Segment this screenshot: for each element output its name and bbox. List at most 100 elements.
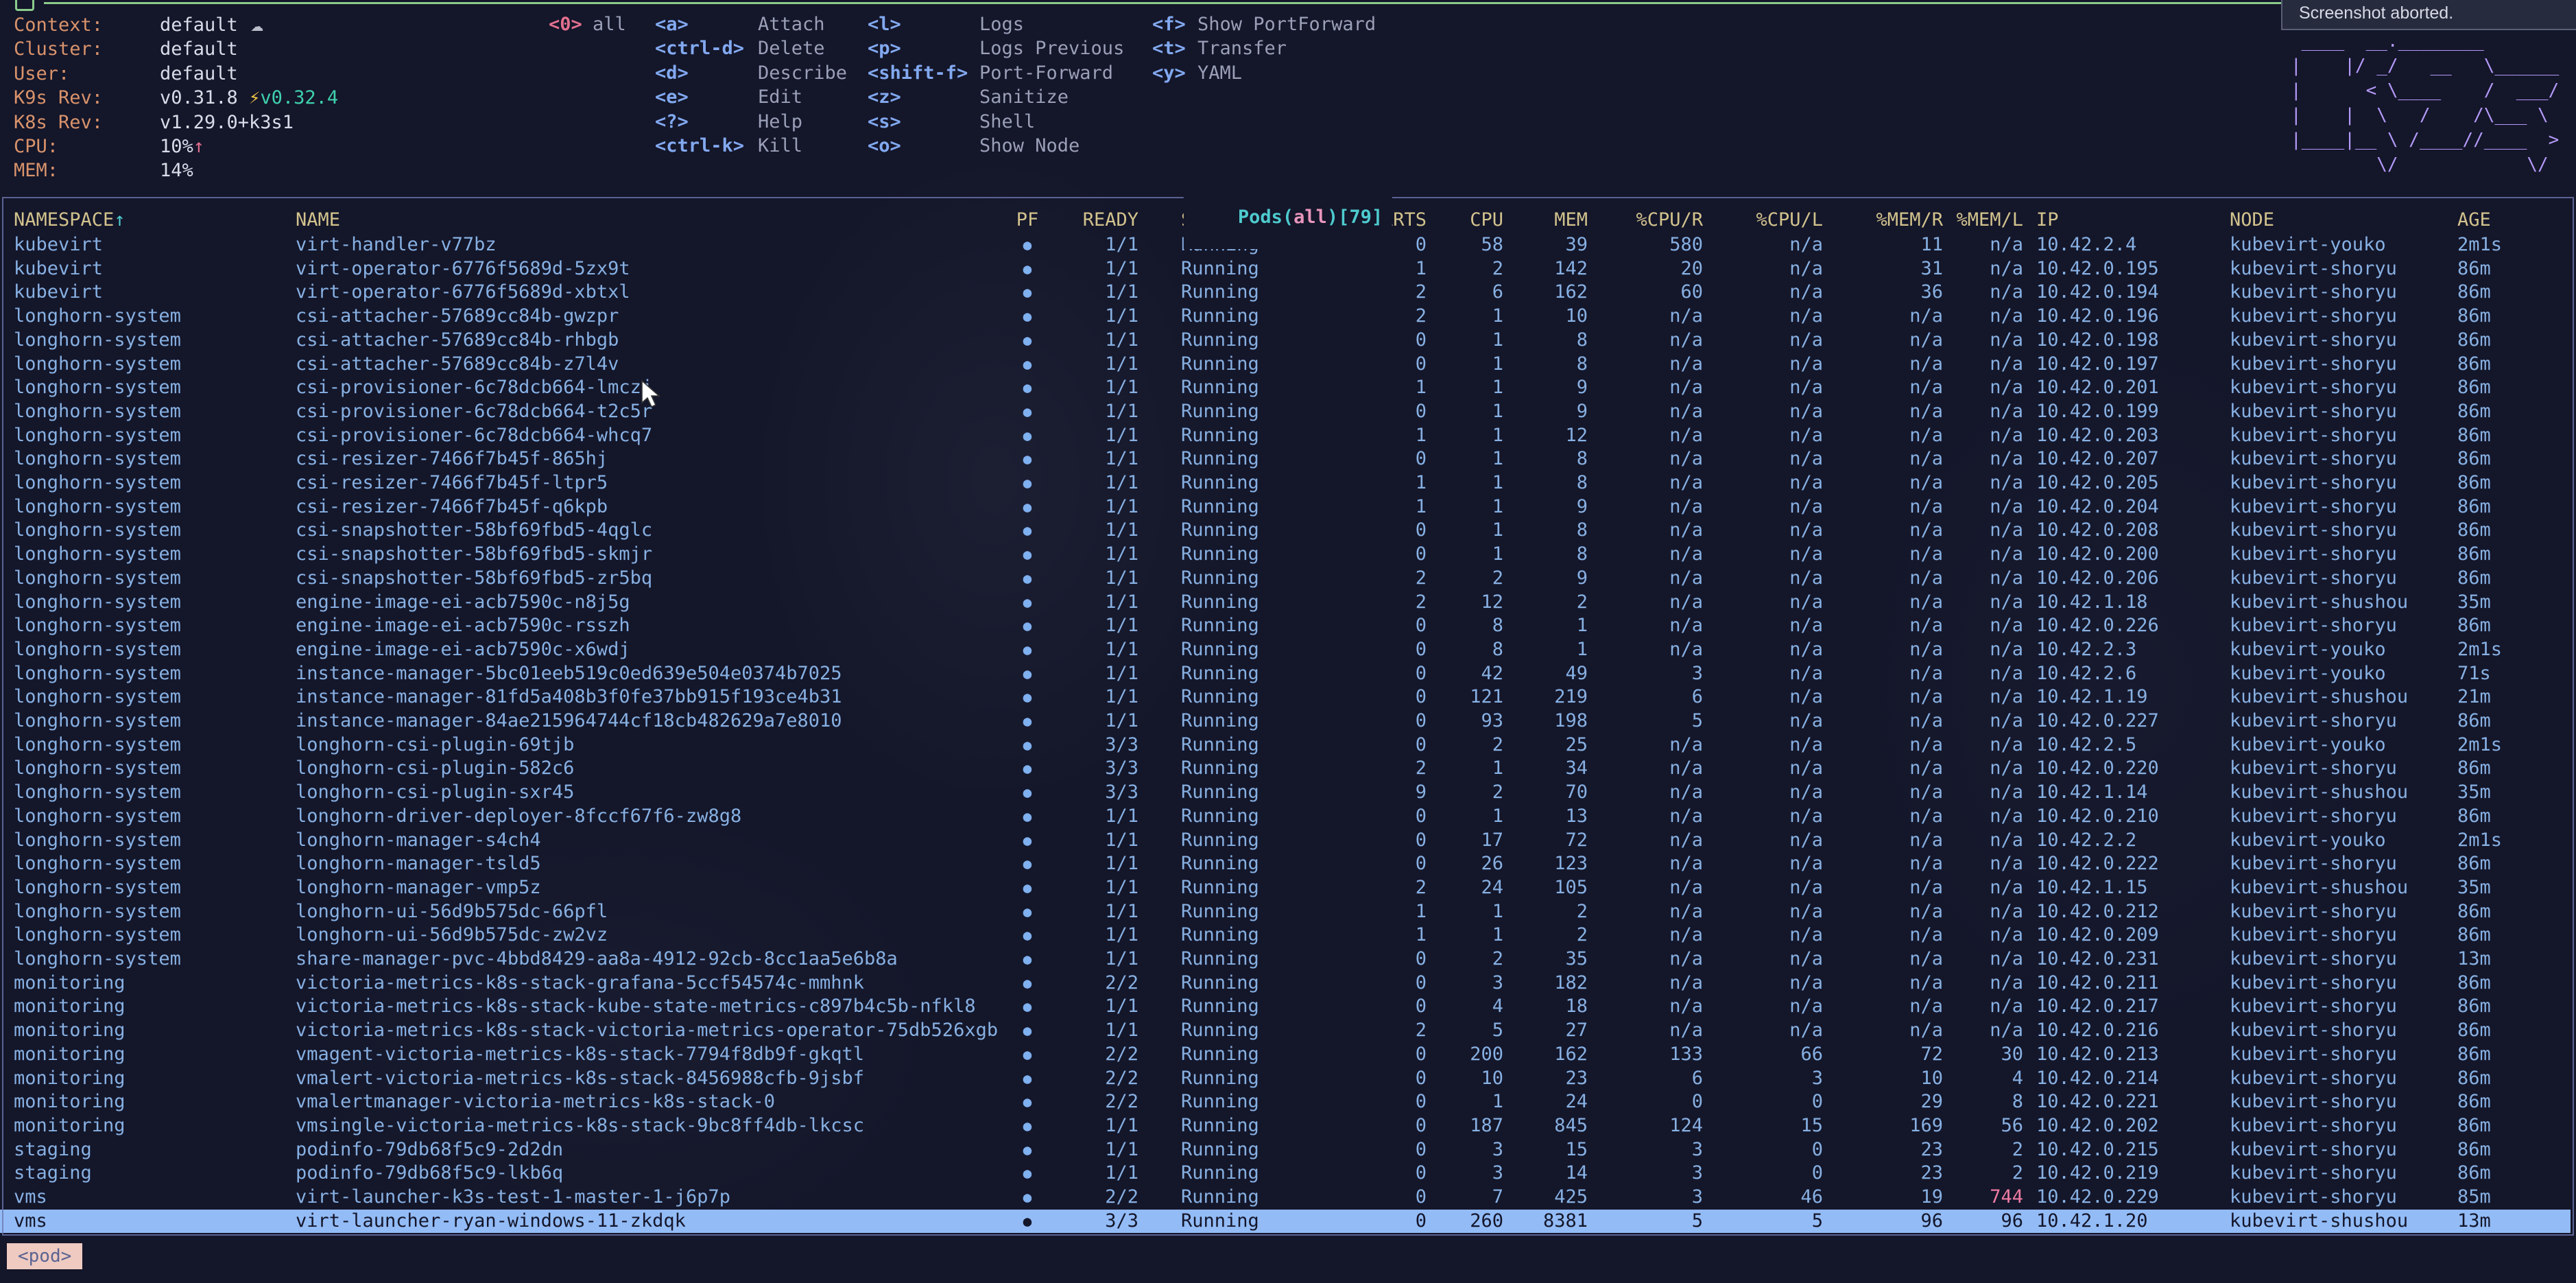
table-row[interactable]: longhorn-systemengine-image-ei-acb7590c-… <box>0 591 2571 615</box>
cell-ip: 10.42.0.196 <box>2036 305 2223 329</box>
table-row[interactable]: longhorn-systemengine-image-ei-acb7590c-… <box>0 638 2571 662</box>
cell-node: kubevirt-shushou <box>2230 591 2453 615</box>
cell-mem: 49 <box>1518 662 1588 686</box>
table-row[interactable]: longhorn-systemlonghorn-manager-tsld5●1/… <box>0 852 2571 876</box>
cell-cpu: 1 <box>1439 805 1503 829</box>
column-header-ready[interactable]: READY <box>1049 208 1138 232</box>
cell-mem: 8 <box>1518 471 1588 495</box>
column-header-ip[interactable]: IP <box>2036 208 2223 232</box>
cell-memr: n/a <box>1846 923 1943 947</box>
cell-cpur: n/a <box>1606 995 1703 1019</box>
column-header-pf[interactable]: PF <box>1014 208 1041 232</box>
table-row[interactable]: longhorn-systemlonghorn-manager-vmp5z●1/… <box>0 876 2571 900</box>
cell-name: longhorn-ui-56d9b575dc-66pfl <box>296 900 1012 924</box>
cell-cpu: 12 <box>1439 591 1503 615</box>
table-row[interactable]: longhorn-systemshare-manager-pvc-4bbd842… <box>0 947 2571 972</box>
table-row[interactable]: kubevirtvirt-operator-6776f5689d-5zx9t●1… <box>0 257 2571 281</box>
cell-cpul: n/a <box>1726 567 1823 591</box>
table-row[interactable]: longhorn-systemcsi-provisioner-6c78dcb66… <box>0 424 2571 448</box>
table-row[interactable]: longhorn-systemcsi-attacher-57689cc84b-r… <box>0 329 2571 353</box>
table-row[interactable]: longhorn-systemcsi-resizer-7466f7b45f-lt… <box>0 471 2571 495</box>
cell-age: 13m <box>2457 1210 2571 1234</box>
cell-ip: 10.42.0.194 <box>2036 281 2223 305</box>
cell-restarts: 0 <box>1320 1090 1427 1114</box>
cell-mem: 35 <box>1518 947 1588 972</box>
cell-ip: 10.42.0.215 <box>2036 1138 2223 1162</box>
table-row[interactable]: longhorn-systemcsi-resizer-7466f7b45f-86… <box>0 447 2571 471</box>
table-row[interactable]: longhorn-systemcsi-attacher-57689cc84b-g… <box>0 305 2571 329</box>
cell-age: 13m <box>2457 947 2571 972</box>
table-row[interactable]: monitoringvmalert-victoria-metrics-k8s-s… <box>0 1067 2571 1091</box>
column-header-mem[interactable]: MEM <box>1518 208 1588 232</box>
table-row[interactable]: longhorn-systemcsi-snapshotter-58bf69fbd… <box>0 543 2571 567</box>
cell-node: kubevirt-youko <box>2230 638 2453 662</box>
table-row[interactable]: longhorn-systemengine-image-ei-acb7590c-… <box>0 614 2571 638</box>
table-row[interactable]: monitoringvmagent-victoria-metrics-k8s-s… <box>0 1043 2571 1067</box>
cell-cpul: n/a <box>1726 733 1823 757</box>
cell-ns: longhorn-system <box>14 329 288 353</box>
cell-ns: staging <box>14 1162 288 1186</box>
table-row[interactable]: longhorn-systeminstance-manager-84ae2159… <box>0 709 2571 733</box>
table-row[interactable]: longhorn-systemlonghorn-csi-plugin-582c6… <box>0 757 2571 781</box>
table-row[interactable]: longhorn-systeminstance-manager-81fd5a40… <box>0 685 2571 709</box>
cell-ns: longhorn-system <box>14 305 288 329</box>
column-header-node[interactable]: NODE <box>2230 208 2453 232</box>
cell-status: Running <box>1181 923 1311 947</box>
cell-memr: n/a <box>1846 591 1943 615</box>
cell-ip: 10.42.1.20 <box>2036 1210 2223 1234</box>
table-row[interactable]: longhorn-systemlonghorn-csi-plugin-sxr45… <box>0 781 2571 805</box>
column-header-cpu[interactable]: CPU <box>1439 208 1503 232</box>
table-row[interactable]: stagingpodinfo-79db68f5c9-lkb6q●1/1Runni… <box>0 1162 2571 1186</box>
table-row[interactable]: monitoringvictoria-metrics-k8s-stack-gra… <box>0 972 2571 996</box>
table-row[interactable]: longhorn-systemcsi-provisioner-6c78dcb66… <box>0 400 2571 424</box>
column-header-age[interactable]: AGE <box>2457 208 2571 232</box>
table-row[interactable]: monitoringvictoria-metrics-k8s-stack-vic… <box>0 1019 2571 1043</box>
table-row[interactable]: longhorn-systemcsi-snapshotter-58bf69fbd… <box>0 567 2571 591</box>
cell-ready: 1/1 <box>1049 852 1138 876</box>
table-row[interactable]: vmsvirt-launcher-k3s-test-1-master-1-j6p… <box>0 1186 2571 1210</box>
table-row[interactable]: longhorn-systemlonghorn-csi-plugin-69tjb… <box>0 733 2571 757</box>
column-header-name[interactable]: NAME <box>296 208 1012 232</box>
table-row[interactable]: monitoringvmsingle-victoria-metrics-k8s-… <box>0 1114 2571 1138</box>
table-row[interactable]: longhorn-systemlonghorn-ui-56d9b575dc-66… <box>0 900 2571 924</box>
table-row[interactable]: longhorn-systemcsi-snapshotter-58bf69fbd… <box>0 519 2571 543</box>
table-row[interactable]: longhorn-systemcsi-provisioner-6c78dcb66… <box>0 376 2571 400</box>
cell-cpul: n/a <box>1726 852 1823 876</box>
table-row[interactable]: longhorn-systemcsi-attacher-57689cc84b-z… <box>0 353 2571 377</box>
column-header-ns[interactable]: NAMESPACE↑ <box>14 208 288 232</box>
table-row[interactable]: stagingpodinfo-79db68f5c9-2d2dn●1/1Runni… <box>0 1138 2571 1162</box>
cell-mem: 198 <box>1518 709 1588 733</box>
table-row[interactable]: longhorn-systeminstance-manager-5bc01eeb… <box>0 662 2571 686</box>
cell-cpu: 1 <box>1439 376 1503 400</box>
pod-status-dot-icon: ● <box>1014 1210 1041 1234</box>
cell-age: 2m1s <box>2457 233 2571 257</box>
table-row-selected[interactable]: vmsvirt-launcher-ryan-windows-11-zkdqk●3… <box>0 1210 2571 1234</box>
cell-cpur: n/a <box>1606 305 1703 329</box>
table-row[interactable]: kubevirtvirt-operator-6776f5689d-xbtxl●1… <box>0 281 2571 305</box>
table-row[interactable]: longhorn-systemlonghorn-manager-s4ch4●1/… <box>0 829 2571 853</box>
table-row[interactable]: longhorn-systemlonghorn-driver-deployer-… <box>0 805 2571 829</box>
column-header-meml[interactable]: %MEM/L <box>1940 208 2023 232</box>
cell-cpul: n/a <box>1726 591 1823 615</box>
table-resource-name: Pods <box>1238 207 1283 228</box>
cell-ready: 1/1 <box>1049 1114 1138 1138</box>
table-count: 79 <box>1349 207 1372 228</box>
cell-cpu: 260 <box>1439 1210 1503 1234</box>
column-header-memr[interactable]: %MEM/R <box>1846 208 1943 232</box>
column-header-cpur[interactable]: %CPU/R <box>1606 208 1703 232</box>
table-row[interactable]: longhorn-systemlonghorn-ui-56d9b575dc-zw… <box>0 923 2571 947</box>
column-header-cpul[interactable]: %CPU/L <box>1726 208 1823 232</box>
cell-cpur: 580 <box>1606 233 1703 257</box>
pod-status-dot-icon: ● <box>1014 709 1041 733</box>
cell-name: virt-operator-6776f5689d-xbtxl <box>296 281 1012 305</box>
table-row[interactable]: longhorn-systemcsi-resizer-7466f7b45f-q6… <box>0 495 2571 519</box>
cell-ns: longhorn-system <box>14 353 288 377</box>
cell-memr: n/a <box>1846 400 1943 424</box>
table-row[interactable]: monitoringvmalertmanager-victoria-metric… <box>0 1090 2571 1114</box>
table-row[interactable]: monitoringvictoria-metrics-k8s-stack-kub… <box>0 995 2571 1019</box>
cell-node: kubevirt-shoryu <box>2230 353 2453 377</box>
cell-cpur: n/a <box>1606 424 1703 448</box>
cell-mem: 2 <box>1518 923 1588 947</box>
cell-age: 2m1s <box>2457 733 2571 757</box>
cell-meml: 56 <box>1940 1114 2023 1138</box>
